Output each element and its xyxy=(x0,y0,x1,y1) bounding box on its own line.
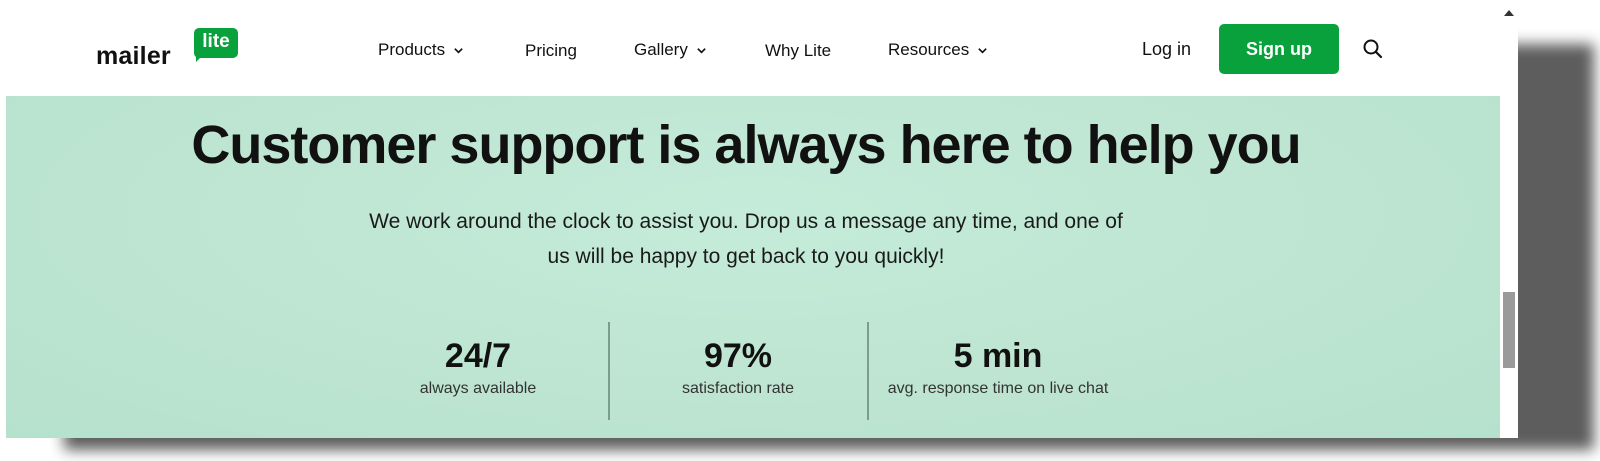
logo-wordmark: mailer xyxy=(96,42,171,70)
nav-item-label: Why Lite xyxy=(765,41,832,60)
nav-item-label: Resources xyxy=(888,40,970,59)
stat-label: avg. response time on live chat xyxy=(887,380,1109,397)
nav-item-pricing[interactable]: Pricing xyxy=(525,39,577,63)
stat-response-time: 5 min avg. response time on live chat xyxy=(876,336,1120,398)
nav-item-gallery[interactable]: Gallery xyxy=(634,38,707,62)
subtitle-line: us will be happy to get back to you quic… xyxy=(547,245,945,268)
stat-divider xyxy=(867,322,869,420)
stat-value: 97% xyxy=(703,337,773,375)
stat-value: 24/7 xyxy=(444,337,512,375)
browser-window: mailer lite Products Pricing Gallery Why… xyxy=(6,8,1518,438)
stat-label: always available xyxy=(419,380,537,397)
nav-item-resources[interactable]: Resources xyxy=(888,38,988,62)
subtitle-line: We work around the clock to assist you. … xyxy=(369,210,1123,233)
logo-badge-tail xyxy=(196,54,204,62)
stat-label: satisfaction rate xyxy=(681,380,795,397)
section-subtitle: We work around the clock to assist you. … xyxy=(6,204,1486,274)
chevron-down-icon xyxy=(978,47,988,54)
stat-satisfaction: 97% satisfaction rate xyxy=(656,336,820,398)
nav-item-products[interactable]: Products xyxy=(378,38,464,62)
nav-item-label: Products xyxy=(378,40,446,59)
mailerlite-logo[interactable]: mailer lite xyxy=(96,28,246,74)
search-icon[interactable] xyxy=(1362,38,1384,60)
section-title: Customer support is always here to help … xyxy=(191,115,1301,175)
stat-divider xyxy=(608,322,610,420)
chevron-down-icon xyxy=(454,47,463,54)
scroll-up-arrow-icon[interactable] xyxy=(1504,10,1514,16)
support-hero-section: Customer support is always here to help … xyxy=(6,96,1500,438)
chevron-down-icon xyxy=(697,47,706,54)
vertical-scrollbar[interactable] xyxy=(1500,8,1518,438)
stat-availability: 24/7 always available xyxy=(392,336,564,398)
nav-item-label: Pricing xyxy=(525,41,577,60)
nav-item-why-lite[interactable]: Why Lite xyxy=(765,39,831,63)
site-header: mailer lite Products Pricing Gallery Why… xyxy=(6,8,1500,96)
login-link[interactable]: Log in xyxy=(1142,39,1191,60)
scrollbar-thumb[interactable] xyxy=(1503,292,1515,368)
signup-button[interactable]: Sign up xyxy=(1219,24,1339,74)
stat-value: 5 min xyxy=(953,337,1043,375)
nav-item-label: Gallery xyxy=(634,40,688,59)
